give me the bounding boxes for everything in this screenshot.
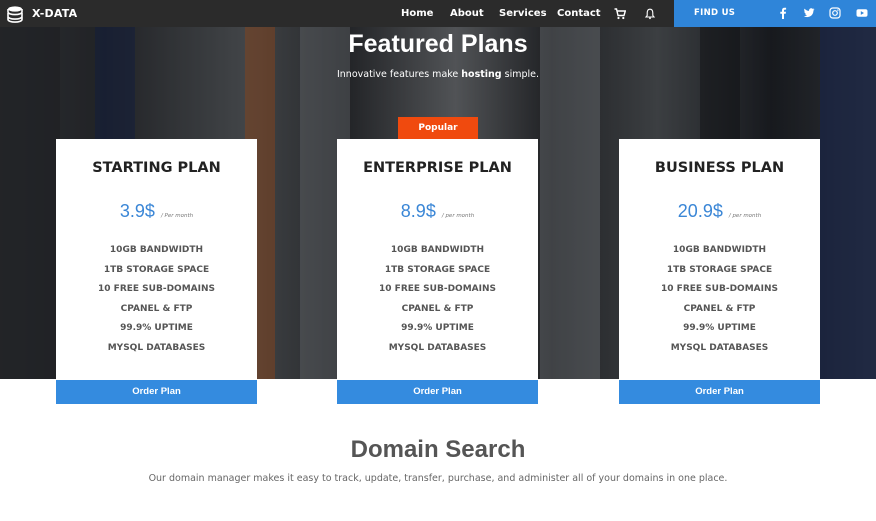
- nav-link-contact[interactable]: Contact: [557, 8, 601, 19]
- feature-item: 99.9% UPTIME: [683, 323, 756, 334]
- feature-item: 99.9% UPTIME: [401, 323, 474, 334]
- feature-item: 1TB STORAGE SPACE: [666, 264, 773, 275]
- feature-item: MYSQL DATABASES: [388, 342, 487, 353]
- plan-card-enterprise: ENTERPRISE PLAN 8.9$ / per month 10GB BA…: [337, 139, 538, 379]
- brand[interactable]: X-DATA: [6, 0, 77, 27]
- nav-link-home[interactable]: Home: [401, 8, 433, 19]
- youtube-icon[interactable]: [856, 7, 868, 19]
- feature-item: 1TB STORAGE SPACE: [384, 264, 491, 275]
- plan-period: / per month: [441, 213, 475, 219]
- navbar: X-DATA Home About Services Contact FIND …: [0, 0, 876, 27]
- database-icon: [7, 5, 23, 23]
- nav-link-about[interactable]: About: [450, 8, 484, 19]
- hero-subtitle: Innovative features make hosting simple.: [336, 69, 540, 80]
- price-row: 3.9$ / Per month: [56, 201, 257, 222]
- feature-item: 10 FREE SUB-DOMAINS: [379, 284, 496, 295]
- domain-search-title: Domain Search: [350, 436, 526, 463]
- plan-period: / Per month: [160, 213, 194, 219]
- feature-item: 10 FREE SUB-DOMAINS: [661, 284, 778, 295]
- plan-name: BUSINESS PLAN: [654, 160, 785, 176]
- plan-card-starting: STARTING PLAN 3.9$ / Per month 10GB BAND…: [56, 139, 257, 379]
- plan-name: ENTERPRISE PLAN: [363, 160, 512, 176]
- domain-search-description: Our domain manager makes it easy to trac…: [148, 473, 728, 484]
- instagram-icon[interactable]: [829, 7, 841, 19]
- twitter-icon[interactable]: [803, 7, 815, 19]
- feature-item: CPANEL & FTP: [120, 303, 193, 314]
- feature-item: CPANEL & FTP: [683, 303, 756, 314]
- find-us-label: FIND US: [694, 8, 736, 18]
- feature-item: CPANEL & FTP: [401, 303, 474, 314]
- feature-item: MYSQL DATABASES: [107, 342, 206, 353]
- price-row: 20.9$ / per month: [619, 201, 820, 222]
- hero-title: Featured Plans: [348, 30, 528, 58]
- plan-card-business: BUSINESS PLAN 20.9$ / per month 10GB BAN…: [619, 139, 820, 379]
- brand-name: X-DATA: [32, 7, 78, 20]
- cart-icon[interactable]: [614, 8, 626, 20]
- find-us-bar: FIND US: [674, 0, 876, 27]
- facebook-icon[interactable]: [777, 7, 789, 19]
- bell-icon[interactable]: [644, 8, 656, 20]
- feature-list: 10GB BANDWIDTH 1TB STORAGE SPACE 10 FREE…: [337, 245, 538, 363]
- feature-list: 10GB BANDWIDTH 1TB STORAGE SPACE 10 FREE…: [619, 245, 820, 363]
- price-row: 8.9$ / per month: [337, 201, 538, 222]
- feature-item: 10GB BANDWIDTH: [109, 245, 204, 255]
- plan-price: 3.9$: [119, 201, 155, 221]
- feature-list: 10GB BANDWIDTH 1TB STORAGE SPACE 10 FREE…: [56, 245, 257, 363]
- plan-name: STARTING PLAN: [92, 160, 221, 176]
- feature-item: 1TB STORAGE SPACE: [103, 264, 210, 275]
- popular-badge: Popular: [398, 117, 478, 139]
- plan-price: 20.9$: [677, 201, 723, 221]
- order-plan-button-starting[interactable]: Order Plan: [56, 380, 257, 404]
- plan-period: / per month: [728, 213, 762, 219]
- plan-price: 8.9$: [400, 201, 436, 221]
- nav-link-services[interactable]: Services: [499, 8, 547, 19]
- order-plan-button-business[interactable]: Order Plan: [619, 380, 820, 404]
- feature-item: 10GB BANDWIDTH: [390, 245, 485, 255]
- feature-item: 10 FREE SUB-DOMAINS: [98, 284, 215, 295]
- feature-item: MYSQL DATABASES: [670, 342, 769, 353]
- feature-item: 10GB BANDWIDTH: [672, 245, 767, 255]
- feature-item: 99.9% UPTIME: [120, 323, 193, 334]
- order-plan-button-enterprise[interactable]: Order Plan: [337, 380, 538, 404]
